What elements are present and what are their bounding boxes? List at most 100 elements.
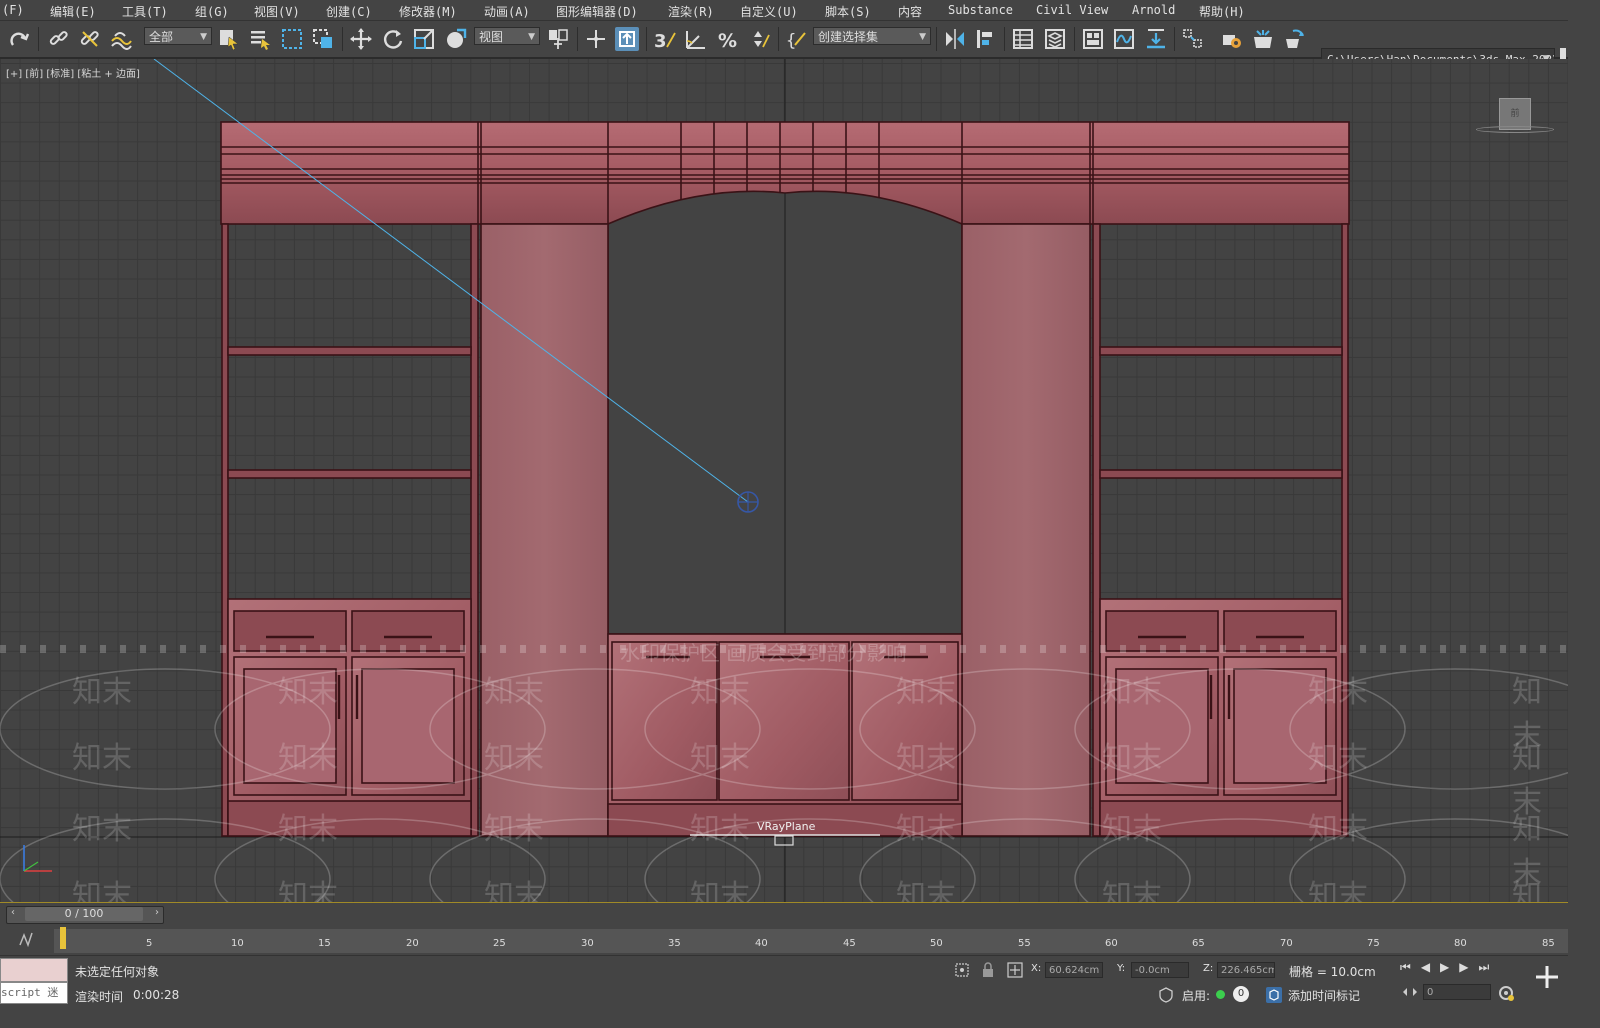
- right-bookcase: [1092, 223, 1349, 837]
- unlink-icon[interactable]: [78, 27, 102, 51]
- adaptive-degradation-icon[interactable]: [1158, 987, 1174, 1003]
- edit-named-selection-icon[interactable]: {: [785, 27, 809, 51]
- toggle-ribbon-icon[interactable]: [1081, 27, 1105, 51]
- add-time-tag[interactable]: 添加时间标记: [1288, 987, 1360, 1004]
- time-slider[interactable]: ‹ 0 / 100 ›: [6, 906, 164, 924]
- selection-lock-icon[interactable]: [981, 962, 995, 978]
- timeline-track[interactable]: 5 10 15 20 25 30 35 40 45 50 55 60 65 70…: [54, 929, 1568, 953]
- scene-explorer-icon[interactable]: [1011, 27, 1035, 51]
- move-icon[interactable]: [349, 27, 373, 51]
- render-time-value: 0:00:28: [133, 988, 180, 1002]
- playback-controls: ⏮◀▶▶⏭: [1400, 960, 1499, 975]
- pivot-center-icon[interactable]: [546, 27, 570, 51]
- time-slider-prev-arrow[interactable]: ‹: [11, 907, 15, 918]
- vray-plane-label[interactable]: VRayPlane: [757, 820, 815, 833]
- reference-coordinate-dropdown[interactable]: 视图 ▼: [474, 27, 540, 45]
- time-configuration-icon[interactable]: [1497, 984, 1515, 1002]
- render-setup-icon[interactable]: [1219, 27, 1243, 51]
- menu-customize[interactable]: 自定义(U): [740, 3, 798, 20]
- layer-explorer-icon[interactable]: [1043, 27, 1067, 51]
- mirror-icon[interactable]: [943, 27, 967, 51]
- menu-group[interactable]: 组(G): [195, 3, 229, 20]
- scale-icon[interactable]: [412, 27, 436, 51]
- menu-help[interactable]: 帮助(H): [1199, 3, 1245, 20]
- menu-edit[interactable]: 编辑(E): [50, 3, 96, 20]
- menu-rendering[interactable]: 渲染(R): [668, 3, 714, 20]
- menu-file[interactable]: (F): [2, 3, 24, 17]
- next-frame-icon[interactable]: ▶: [1459, 960, 1478, 974]
- key-mode-icon[interactable]: [1402, 985, 1418, 999]
- spinner-snap-icon[interactable]: [747, 27, 771, 51]
- enable-status-indicator: [1216, 990, 1225, 999]
- time-slider-next-arrow[interactable]: ›: [155, 907, 159, 918]
- y-coordinate-field[interactable]: -0.0cm: [1131, 962, 1189, 978]
- right-column: [961, 223, 1091, 837]
- scene-canvas: [0, 59, 1568, 902]
- redo-icon[interactable]: [7, 27, 31, 51]
- keyboard-shortcut-override-icon[interactable]: [615, 27, 639, 51]
- render-production-icon[interactable]: [1283, 27, 1307, 51]
- link-icon[interactable]: [47, 27, 71, 51]
- select-by-name-icon[interactable]: [248, 27, 272, 51]
- menu-views[interactable]: 视图(V): [254, 3, 300, 20]
- select-object-icon[interactable]: [217, 27, 241, 51]
- selection-filter-dropdown[interactable]: 全部 ▼: [144, 27, 212, 45]
- material-editor-icon[interactable]: [1181, 27, 1205, 51]
- rectangular-selection-icon[interactable]: [280, 27, 304, 51]
- enable-counter-badge[interactable]: 0: [1233, 986, 1249, 1002]
- menu-arnold[interactable]: Arnold: [1132, 3, 1175, 17]
- isolate-selection-icon[interactable]: [954, 962, 970, 978]
- menu-civil-view[interactable]: Civil View: [1036, 3, 1108, 17]
- menu-substance[interactable]: Substance: [948, 3, 1013, 17]
- current-frame-field[interactable]: 0: [1423, 984, 1491, 1000]
- snaps-toggle-icon[interactable]: 3: [653, 27, 677, 51]
- main-toolbar: 全部▼ 视图▼ 3 % { 创建选择集▼ C:\Users\Han\Docume…: [0, 21, 1568, 70]
- timeline-tick-label: 20: [406, 938, 419, 949]
- axis-tripod-icon: [23, 845, 52, 872]
- menu-scripting[interactable]: 脚本(S): [825, 3, 871, 20]
- maxscript-input[interactable]: script 迷: [0, 982, 68, 1004]
- timeline-area: ‹ 0 / 100 › 5 10 15 20 25 30 35 40 45 50…: [0, 902, 1568, 955]
- timeline-tick-label: 5: [146, 938, 153, 949]
- timeline-tick-label: 10: [231, 938, 244, 949]
- bind-space-warp-icon[interactable]: [109, 27, 133, 51]
- rendered-frame-window-icon[interactable]: [1251, 27, 1275, 51]
- go-to-start-icon[interactable]: ⏮: [1400, 960, 1421, 974]
- rotate-icon[interactable]: [381, 27, 405, 51]
- time-cursor[interactable]: [60, 927, 66, 949]
- play-icon[interactable]: ▶: [1440, 960, 1459, 974]
- grid-spacing: 栅格 = 10.0cm: [1289, 965, 1376, 979]
- menu-graph-editors[interactable]: 图形编辑器(D): [556, 3, 638, 20]
- menu-animation[interactable]: 动画(A): [484, 3, 530, 20]
- menu-tools[interactable]: 工具(T): [122, 3, 168, 20]
- align-icon[interactable]: [974, 27, 998, 51]
- select-manipulate-icon[interactable]: [584, 27, 608, 51]
- window-crossing-icon[interactable]: [311, 27, 335, 51]
- left-column: [480, 223, 609, 837]
- viewcube-compass-ring[interactable]: [1476, 126, 1554, 133]
- x-coordinate-field[interactable]: 60.624cm: [1045, 962, 1103, 978]
- svg-text:{: {: [786, 31, 796, 51]
- menu-modifiers[interactable]: 修改器(M): [399, 3, 457, 20]
- timeline-tick-label: 25: [493, 938, 506, 949]
- mini-curve-editor-icon[interactable]: [18, 931, 38, 947]
- y-coordinate-label: Y:: [1117, 963, 1126, 974]
- front-viewport[interactable]: [+] [前] [标准] [粘土 + 边面] 水印保护区 画质会受到部分影响 知…: [0, 59, 1568, 902]
- previous-frame-icon[interactable]: ◀: [1421, 960, 1440, 974]
- named-selection-dropdown[interactable]: 创建选择集 ▼: [813, 27, 931, 45]
- go-to-end-icon[interactable]: ⏭: [1479, 960, 1500, 974]
- angle-snap-icon[interactable]: [684, 27, 708, 51]
- maxscript-listener-mini[interactable]: [0, 958, 68, 982]
- status-bar: script 迷 未选定任何对象 渲染时间 0:00:28 X: 60.624c…: [0, 955, 1568, 1008]
- time-slider-thumb[interactable]: 0 / 100: [25, 907, 143, 921]
- menu-content[interactable]: 内容: [898, 3, 922, 20]
- schematic-view-icon[interactable]: [1144, 27, 1168, 51]
- place-icon[interactable]: [444, 27, 468, 51]
- zoom-extents-icon[interactable]: [1534, 964, 1560, 990]
- curve-editor-icon[interactable]: [1112, 27, 1136, 51]
- menu-create[interactable]: 创建(C): [326, 3, 372, 20]
- time-tag-icon[interactable]: [1265, 986, 1283, 1004]
- z-coordinate-field[interactable]: 226.465cm: [1217, 962, 1275, 978]
- absolute-mode-icon[interactable]: [1007, 962, 1023, 978]
- percent-snap-icon[interactable]: %: [716, 27, 740, 51]
